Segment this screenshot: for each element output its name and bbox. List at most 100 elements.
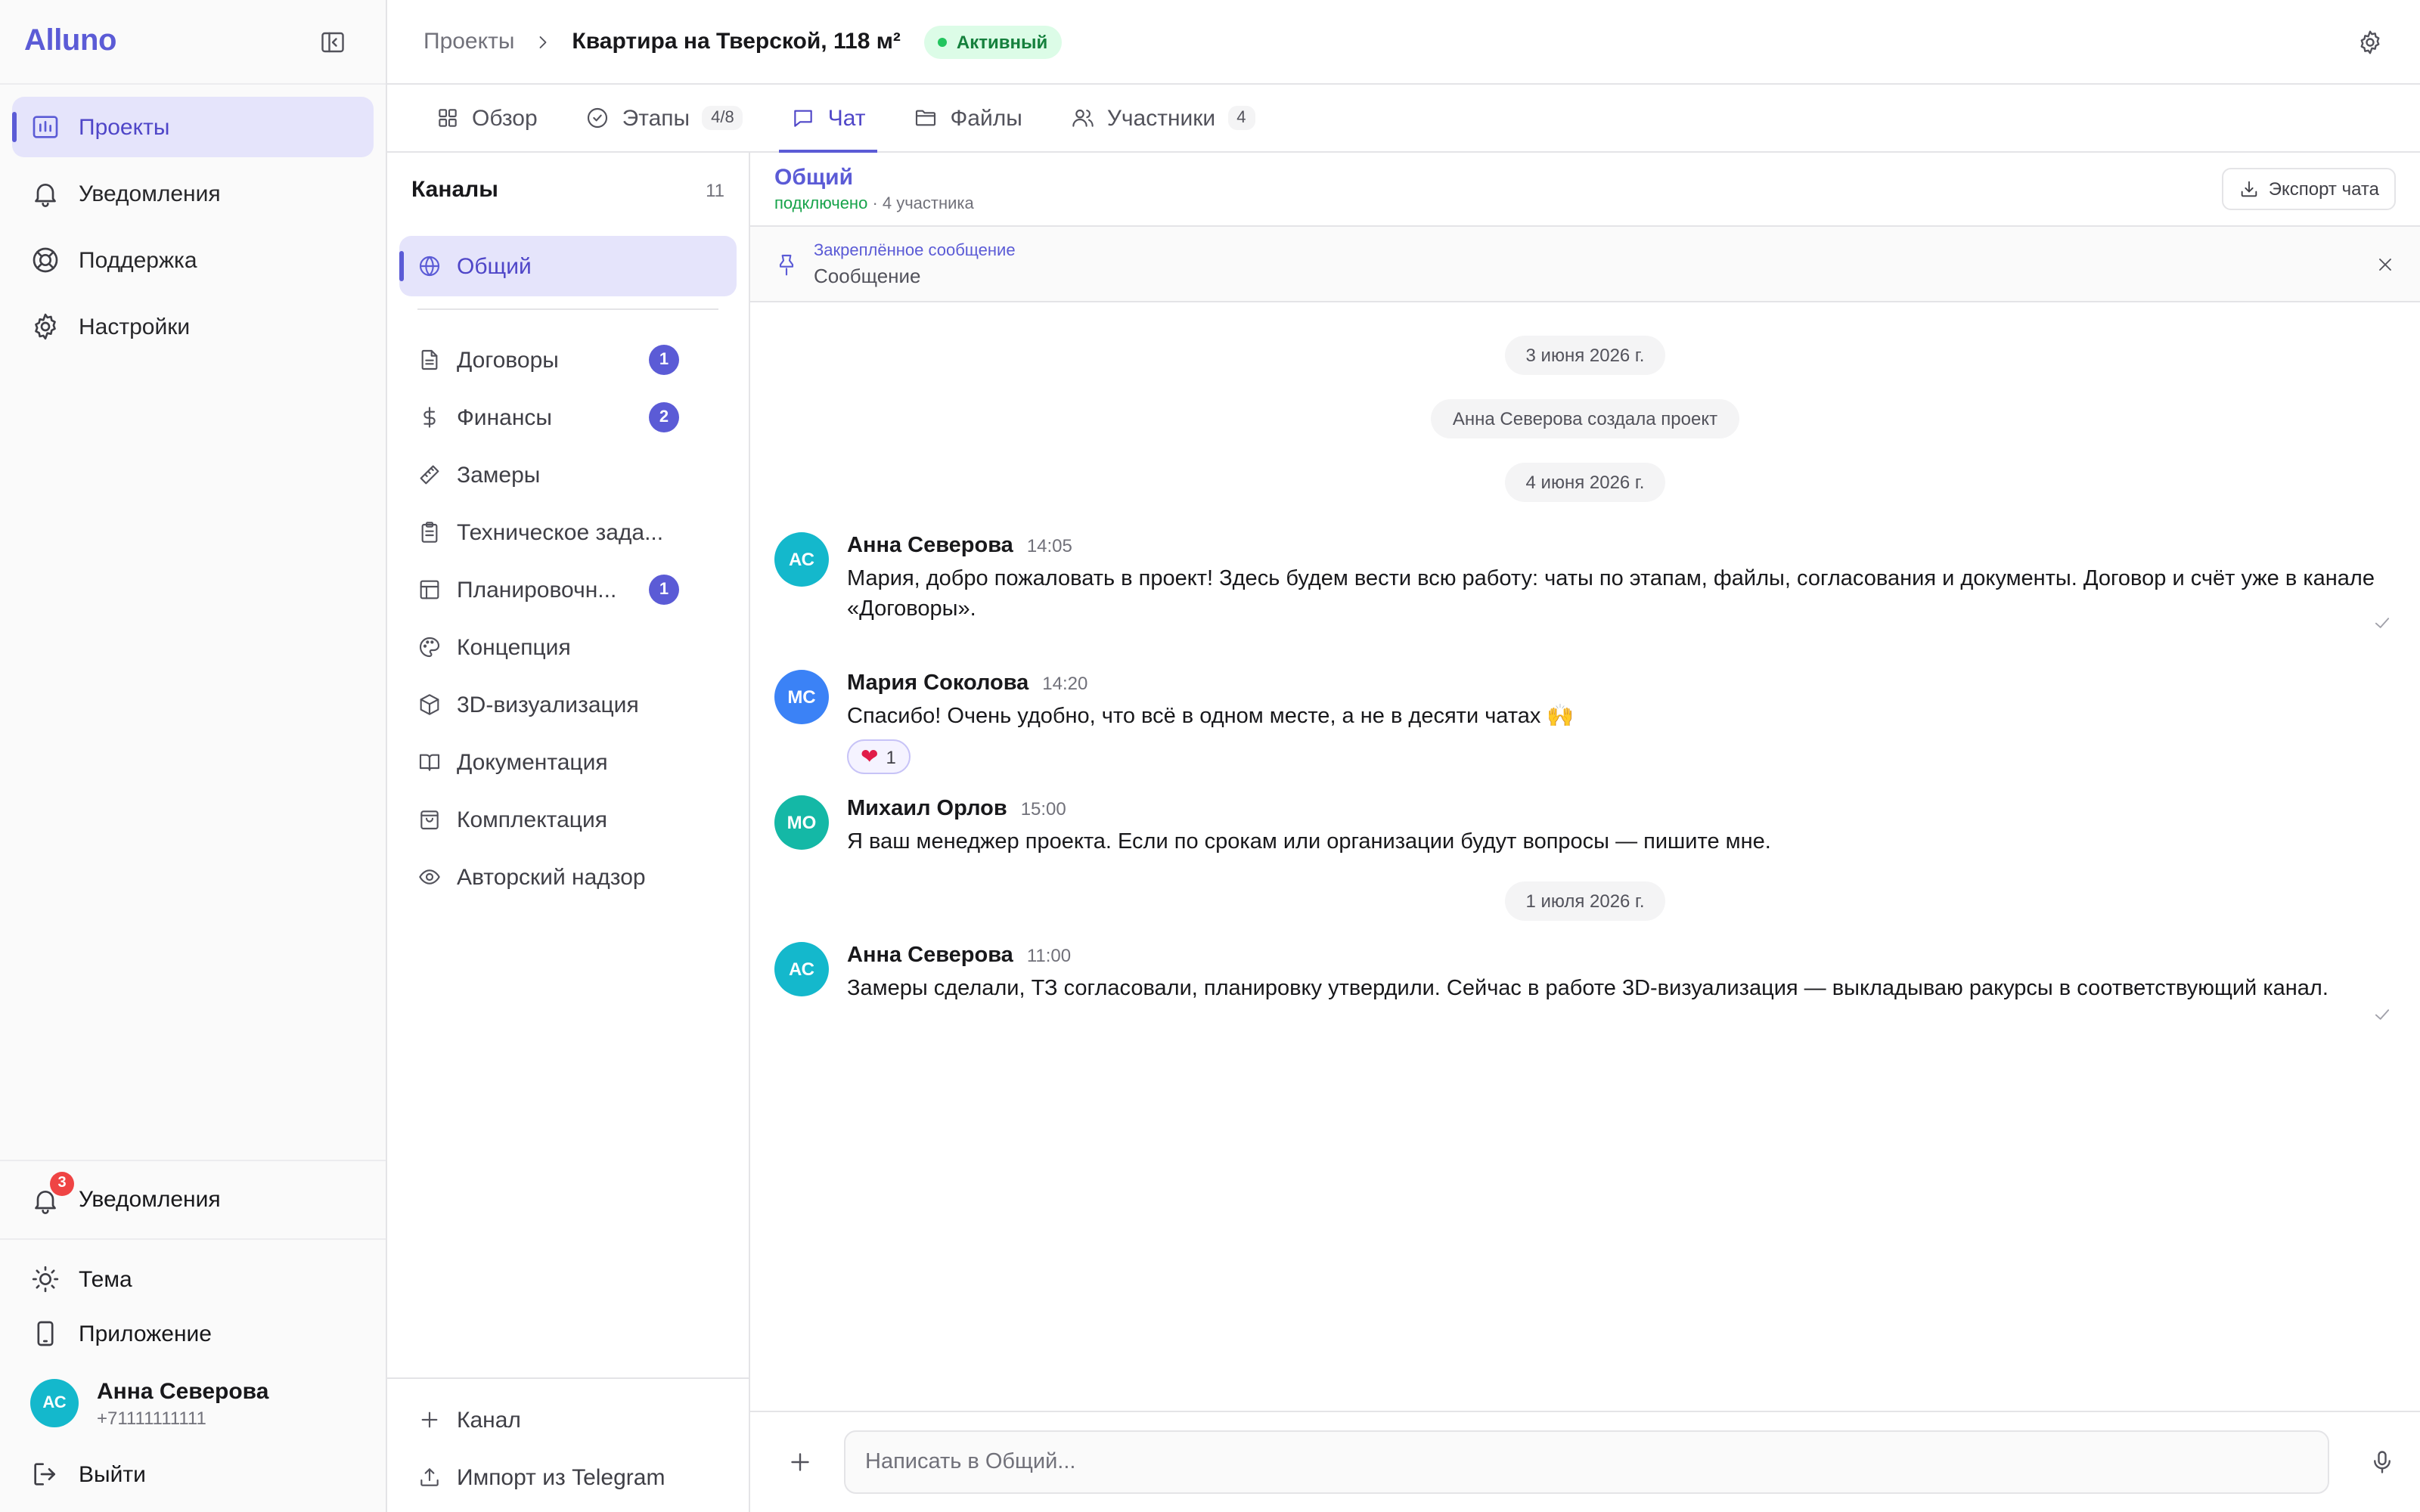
channel-item-general[interactable]: Общий bbox=[399, 236, 737, 296]
avatar: АС bbox=[774, 942, 829, 996]
reaction-chip[interactable]: ❤ 1 bbox=[847, 739, 911, 774]
import-telegram-button[interactable]: Импорт из Telegram bbox=[387, 1448, 749, 1506]
channel-item-supervision[interactable]: Авторский надзор bbox=[399, 848, 737, 906]
chat-message[interactable]: МО Михаил Орлов 15:00 Я ваш менеджер про… bbox=[774, 795, 2396, 857]
chat-message[interactable]: МС Мария Соколова 14:20 Спасибо! Очень у… bbox=[774, 670, 2396, 774]
dollar-icon bbox=[417, 405, 442, 429]
date-separator: 1 июля 2026 г. bbox=[774, 881, 2396, 921]
channel-label: Планировочн... bbox=[457, 577, 617, 603]
tab-files[interactable]: Файлы bbox=[902, 85, 1035, 151]
check-icon bbox=[2372, 1004, 2393, 1025]
bell-icon bbox=[30, 178, 60, 209]
message-time: 11:00 bbox=[1026, 945, 1072, 966]
date-separator: 3 июня 2026 г. bbox=[774, 336, 2396, 375]
add-channel-button[interactable]: Канал bbox=[387, 1391, 749, 1448]
channels-panel: Каналы 11 Общий Договоры 1 Финансы 2 Зам… bbox=[387, 153, 750, 1512]
globe-icon bbox=[417, 254, 442, 278]
tab-stages[interactable]: Этапы 4/8 bbox=[574, 85, 755, 151]
channel-label: Документация bbox=[457, 749, 608, 775]
import-telegram-label: Импорт из Telegram bbox=[457, 1464, 666, 1490]
channel-label: Финансы bbox=[457, 404, 552, 430]
pinned-message[interactable]: Закреплённое сообщение Сообщение bbox=[750, 227, 2420, 302]
close-icon[interactable] bbox=[2375, 253, 2396, 274]
app-logo[interactable]: Alluno bbox=[24, 24, 116, 59]
chat-message[interactable]: АС Анна Северова 11:00 Замеры сделали, Т… bbox=[774, 942, 2396, 1020]
microphone-icon[interactable] bbox=[2369, 1448, 2396, 1476]
cube-icon bbox=[417, 692, 442, 717]
avatar: АС bbox=[30, 1379, 79, 1427]
attach-plus-icon[interactable] bbox=[786, 1448, 814, 1476]
app-link[interactable]: Приложение bbox=[0, 1306, 386, 1361]
sidebar-collapse-icon[interactable] bbox=[319, 28, 346, 55]
message-list: 3 июня 2026 г. Анна Северова создала про… bbox=[750, 302, 2420, 1411]
file-text-icon bbox=[417, 348, 442, 372]
message-composer bbox=[750, 1411, 2420, 1512]
system-message: Анна Северова создала проект bbox=[774, 399, 2396, 438]
tab-overview[interactable]: Обзор bbox=[424, 85, 550, 151]
breadcrumb-projects-link[interactable]: Проекты bbox=[424, 29, 514, 54]
channels-count: 11 bbox=[706, 179, 724, 200]
tab-label: Обзор bbox=[472, 105, 538, 131]
layout-icon bbox=[417, 578, 442, 602]
logout-label: Выйти bbox=[79, 1461, 146, 1487]
channel-item-docs[interactable]: Документация bbox=[399, 733, 737, 791]
channel-divider bbox=[417, 308, 718, 310]
channel-item-equipment[interactable]: Комплектация bbox=[399, 791, 737, 848]
sidebar-notifications[interactable]: 3 Уведомления bbox=[0, 1160, 386, 1240]
palette-icon bbox=[417, 635, 442, 659]
nav-item-support[interactable]: Поддержка bbox=[12, 230, 374, 290]
check-circle-icon bbox=[586, 106, 610, 130]
page-title: Квартира на Тверской, 118 м² bbox=[572, 29, 901, 54]
nav-item-label: Уведомления bbox=[79, 181, 221, 206]
channel-item-contracts[interactable]: Договоры 1 bbox=[399, 331, 737, 389]
project-body: Каналы 11 Общий Договоры 1 Финансы 2 Зам… bbox=[387, 153, 2420, 1512]
date-separator: 4 июня 2026 г. bbox=[774, 463, 2396, 502]
chat-channel-name: Общий bbox=[774, 165, 854, 191]
gear-icon bbox=[30, 311, 60, 342]
channel-item-planning[interactable]: Планировочн... 1 bbox=[399, 561, 737, 618]
nav-item-projects[interactable]: Проекты bbox=[12, 97, 374, 157]
channel-item-3d[interactable]: 3D-визуализация bbox=[399, 676, 737, 733]
nav-item-notifications[interactable]: Уведомления bbox=[12, 163, 374, 224]
nav-item-label: Настройки bbox=[79, 314, 191, 339]
smartphone-icon bbox=[30, 1318, 60, 1349]
chat-meta: подключено · 4 участника bbox=[774, 195, 974, 213]
channel-label: Авторский надзор bbox=[457, 864, 646, 890]
channel-label: Комплектация bbox=[457, 807, 607, 832]
message-input[interactable] bbox=[844, 1430, 2329, 1494]
logout-button[interactable]: Выйти bbox=[0, 1442, 386, 1506]
unread-badge: 2 bbox=[649, 402, 679, 432]
user-phone: +71111111111 bbox=[97, 1407, 206, 1428]
upload-icon bbox=[417, 1465, 442, 1489]
bell-icon: 3 bbox=[30, 1171, 74, 1215]
message-author: Мария Соколова bbox=[847, 671, 1029, 696]
sun-icon bbox=[30, 1264, 60, 1294]
status-dot bbox=[938, 37, 948, 46]
tab-chat[interactable]: Чат bbox=[779, 85, 878, 153]
channel-item-measurements[interactable]: Замеры bbox=[399, 446, 737, 503]
sidebar-links: Тема Приложение bbox=[0, 1240, 386, 1361]
channel-item-finance[interactable]: Финансы 2 bbox=[399, 389, 737, 446]
notification-count-badge: 3 bbox=[50, 1171, 74, 1195]
project-settings-icon[interactable] bbox=[2356, 28, 2384, 55]
message-text: Мария, добро пожаловать в проект! Здесь … bbox=[847, 567, 2375, 621]
nav-item-settings[interactable]: Настройки bbox=[12, 296, 374, 357]
user-name: Анна Северова bbox=[97, 1378, 269, 1404]
tab-count: 4/8 bbox=[702, 106, 743, 130]
users-icon bbox=[1071, 106, 1095, 130]
export-chat-button[interactable]: Экспорт чата bbox=[2221, 168, 2396, 210]
chat-message[interactable]: АС Анна Северова 14:05 Мария, добро пожа… bbox=[774, 532, 2396, 628]
book-icon bbox=[417, 750, 442, 774]
channels-header: Каналы 11 bbox=[387, 153, 749, 227]
date-pill: 3 июня 2026 г. bbox=[1504, 336, 1666, 375]
download-icon bbox=[2238, 178, 2260, 200]
tab-members[interactable]: Участники 4 bbox=[1059, 85, 1267, 151]
lifebuoy-icon bbox=[30, 245, 60, 275]
channel-item-spec[interactable]: Техническое зада... bbox=[399, 503, 737, 561]
message-text: Замеры сделали, ТЗ согласовали, планиров… bbox=[847, 977, 2328, 1001]
user-profile[interactable]: АС Анна Северова +71111111111 bbox=[0, 1364, 386, 1442]
channel-item-concept[interactable]: Концепция bbox=[399, 618, 737, 676]
date-pill: 4 июня 2026 г. bbox=[1504, 463, 1666, 502]
project-tabs: Обзор Этапы 4/8 Чат Файлы Участники 4 bbox=[387, 85, 2420, 153]
theme-toggle[interactable]: Тема bbox=[0, 1252, 386, 1306]
